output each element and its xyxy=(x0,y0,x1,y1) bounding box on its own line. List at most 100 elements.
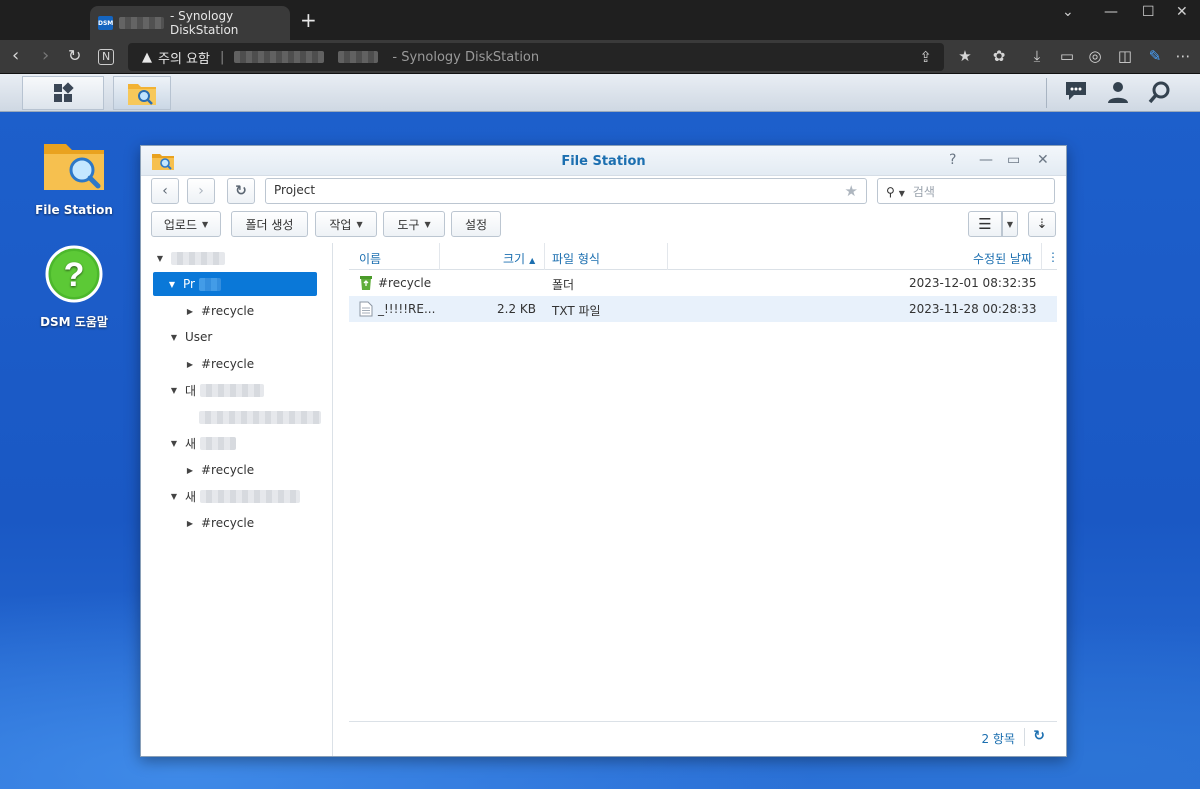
tree-node-subfolder[interactable] xyxy=(195,405,321,429)
column-type[interactable]: 파일 형식 xyxy=(552,250,600,267)
column-modified[interactable]: 수정된 날짜 xyxy=(973,250,1032,267)
refresh-button[interactable]: ↻ xyxy=(227,178,255,204)
action-button[interactable]: 작업 ▼ xyxy=(315,211,377,237)
file-size: 2.2 KB xyxy=(497,302,536,316)
url-field[interactable]: ▲ 주의 요함 | - Synology DiskStation ⇪ xyxy=(128,43,944,71)
favorite-star-icon[interactable]: ★ xyxy=(845,182,858,200)
favorites-icon[interactable]: ★ xyxy=(956,47,974,65)
desktop-icon-dsm-help[interactable]: ? DSM 도움말 xyxy=(29,244,119,330)
main-menu-button[interactable] xyxy=(22,76,104,110)
sort-button[interactable]: ⇣ xyxy=(1028,211,1056,237)
list-view-button[interactable]: ☰ xyxy=(968,211,1002,237)
desktop-icon-label: File Station xyxy=(35,203,113,217)
column-size[interactable]: 크기 ▲ xyxy=(503,250,535,267)
redacted-label xyxy=(200,383,265,397)
tree-node-folder[interactable]: ▼ 새 xyxy=(167,484,317,508)
taskbar-file-station-button[interactable] xyxy=(113,76,171,110)
column-divider xyxy=(1041,243,1042,270)
close-icon[interactable]: ✕ xyxy=(1176,4,1188,20)
view-options-caret[interactable]: ▼ xyxy=(1002,211,1018,237)
action-toolbar: 업로드 ▼ 폴더 생성 작업 ▼ 도구 ▼ 설정 ☰ ▼ ⇣ xyxy=(151,211,1056,239)
copilot-icon[interactable]: ✎ xyxy=(1146,47,1164,65)
tree-node-label: #recycle xyxy=(201,516,255,530)
desktop-icon-label: DSM 도움말 xyxy=(40,315,108,329)
screenshot-icon[interactable]: ◎ xyxy=(1086,47,1104,65)
reader-mode-icon[interactable]: N xyxy=(98,49,115,65)
browser-address-bar: ‹ › ↻ N ▲ 주의 요함 | - Synology DiskStation… xyxy=(0,40,1200,74)
column-name[interactable]: 이름 xyxy=(359,250,381,267)
search-placeholder: 검색 xyxy=(912,185,935,199)
user-icon[interactable] xyxy=(1104,80,1132,106)
window-title-bar[interactable]: File Station ? — ▭ ✕ xyxy=(141,146,1066,176)
path-field[interactable]: Project ★ xyxy=(265,178,867,204)
column-divider xyxy=(439,243,440,270)
forward-icon[interactable]: › xyxy=(42,47,49,65)
file-name: #recycle xyxy=(378,276,432,290)
search-input[interactable]: ⚲ ▼ 검색 xyxy=(877,178,1055,204)
file-station-icon xyxy=(44,144,104,190)
status-bar: 2 항목 ↻ xyxy=(349,721,1057,751)
search-icon[interactable] xyxy=(1146,80,1174,106)
new-tab-button[interactable]: + xyxy=(300,10,317,30)
back-button[interactable]: ‹ xyxy=(151,178,179,204)
window-close-icon[interactable]: ✕ xyxy=(1037,152,1049,168)
tab-title: - Synology DiskStation xyxy=(169,9,239,37)
upload-button[interactable]: 업로드 ▼ xyxy=(151,211,221,237)
file-type: 폴더 xyxy=(552,278,575,292)
help-icon[interactable]: ? xyxy=(949,152,956,168)
maximize-icon[interactable]: ☐ xyxy=(1142,4,1155,20)
security-warning-label: 주의 요함 xyxy=(158,51,210,67)
file-list: 이름 크기 ▲ 파일 형식 수정된 날짜 ⋮ #recycle 폴더 2023-1… xyxy=(349,243,1059,721)
minimize-icon[interactable]: — xyxy=(1104,4,1118,20)
forward-button[interactable]: › xyxy=(187,178,215,204)
recycle-folder-icon xyxy=(360,276,372,290)
tree-node-label: #recycle xyxy=(201,357,255,371)
search-options-caret-icon[interactable]: ▼ xyxy=(899,189,905,198)
download-icon[interactable]: ⤓ xyxy=(1028,47,1046,65)
url-page-title: - Synology DiskStation xyxy=(392,49,540,65)
tools-button[interactable]: 도구 ▼ xyxy=(383,211,445,237)
sort-icon: ⇣ xyxy=(1036,216,1048,232)
notifications-icon[interactable] xyxy=(1062,80,1090,106)
item-count: 2 항목 xyxy=(981,732,1015,746)
tree-node-recycle[interactable]: ▶ #recycle xyxy=(183,511,323,535)
window-minimize-icon[interactable]: — xyxy=(979,152,993,168)
settings-label: 설정 xyxy=(464,217,488,232)
table-row[interactable]: #recycle 폴더 2023-12-01 08:32:35 xyxy=(349,270,1057,296)
tree-node-recycle[interactable]: ▶ #recycle xyxy=(183,458,323,482)
redacted-host xyxy=(119,17,164,29)
tree-node-recycle[interactable]: ▶ #recycle xyxy=(183,299,323,323)
desktop-icon-file-station[interactable]: File Station xyxy=(29,138,119,217)
video-icon[interactable]: ▭ xyxy=(1058,47,1076,65)
new-folder-button[interactable]: 폴더 생성 xyxy=(231,211,308,237)
warning-icon: ▲ xyxy=(142,49,152,65)
tree-node-user[interactable]: ▼ User xyxy=(167,325,317,349)
table-row[interactable]: _!!!!!RE... 2.2 KB TXT 파일 2023-11-28 00:… xyxy=(349,296,1057,322)
refresh-icon[interactable]: ↻ xyxy=(1033,728,1045,744)
tree-node-folder[interactable]: ▼ 새 xyxy=(167,431,317,455)
browser-tab[interactable]: DSM - Synology DiskStation xyxy=(90,6,290,40)
tree-node-root[interactable]: ▼ xyxy=(153,246,329,270)
sidebar-icon[interactable]: ◫ xyxy=(1116,47,1134,65)
column-menu-icon[interactable]: ⋮ xyxy=(1047,250,1059,264)
tree-node-project[interactable]: ▼ Pr xyxy=(153,272,317,296)
back-icon[interactable]: ‹ xyxy=(12,47,19,65)
reload-icon[interactable]: ↻ xyxy=(68,47,81,65)
tree-node-folder[interactable]: ▼ 대 xyxy=(167,378,317,402)
share-icon[interactable]: ⇪ xyxy=(919,48,932,66)
menu-icon[interactable]: ⋯ xyxy=(1174,47,1192,65)
window-maximize-icon[interactable]: ▭ xyxy=(1007,152,1020,168)
caret-right-icon: ▶ xyxy=(186,306,194,316)
tree-node-recycle[interactable]: ▶ #recycle xyxy=(183,352,323,376)
settings-button[interactable]: 설정 xyxy=(451,211,501,237)
column-divider xyxy=(667,243,668,270)
extensions-icon[interactable]: ✿ xyxy=(990,47,1008,65)
url-separator: | xyxy=(219,49,225,65)
caret-down-icon: ▼ xyxy=(424,219,431,229)
dsm-taskbar xyxy=(0,74,1200,112)
tab-search-chevron-icon[interactable]: ⌄ xyxy=(1062,4,1074,20)
column-divider xyxy=(544,243,545,270)
browser-tab-bar: DSM - Synology DiskStation + ⌄ — ☐ ✕ xyxy=(0,0,1200,40)
column-size-label: 크기 xyxy=(503,252,526,266)
folder-tree: ▼ ▼ Pr ▶ #recycle ▼ User ▶ #recycle ▼ 대 ▼ 새 ▶ #… xyxy=(141,243,333,756)
